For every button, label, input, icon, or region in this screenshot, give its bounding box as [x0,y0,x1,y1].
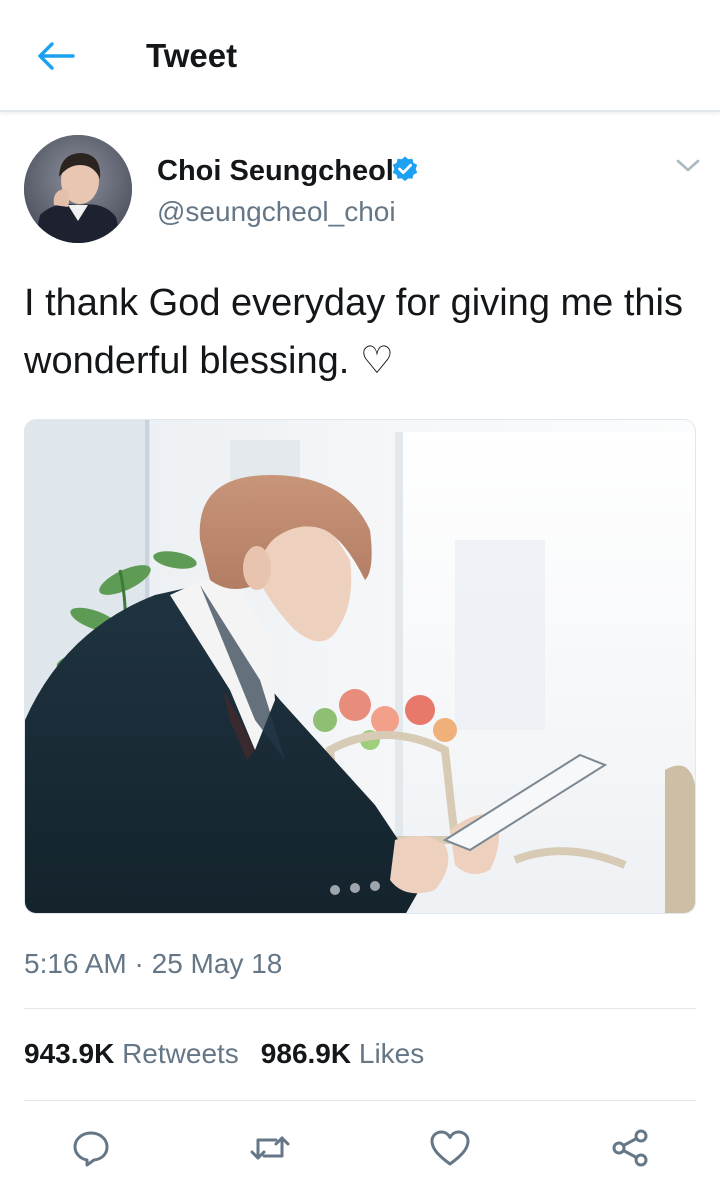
heart-icon [430,1130,470,1166]
like-button[interactable] [428,1126,472,1170]
retweet-icon [250,1136,290,1160]
retweets-label: Retweets [122,1038,239,1069]
likes-stat[interactable]: 986.9K Likes [261,1038,424,1069]
likes-label: Likes [358,1038,425,1069]
back-button[interactable] [30,32,82,80]
tweet-time: 5:16 AM [24,948,127,979]
arrow-left-icon [38,42,75,70]
tweet-text: I thank God everyday for giving me this … [24,282,683,382]
divider [24,1100,696,1101]
author-name[interactable]: Choi Seungcheol [157,153,394,189]
reply-button[interactable] [69,1126,113,1170]
tweet-stats: 943.9K Retweets 986.9K Likes [24,1036,424,1072]
avatar[interactable] [24,135,132,243]
share-button[interactable] [608,1126,652,1170]
avatar-image [24,135,132,243]
timestamp-separator: · [134,948,144,979]
tweet-date: 25 May 18 [151,948,283,979]
verified-badge-icon [392,156,418,182]
retweet-button[interactable] [248,1126,292,1170]
reply-icon [73,1131,109,1167]
chevron-down-icon [676,159,700,172]
tweet-photo[interactable] [24,419,696,914]
more-options-button[interactable] [672,150,704,182]
tweet-timestamp: 5:16 AM · 25 May 18 [24,946,282,982]
tweet-action-bar [0,1118,720,1178]
divider [24,1008,696,1009]
retweets-stat[interactable]: 943.9K Retweets [24,1038,239,1069]
author-handle[interactable]: @seungcheol_choi [157,194,396,230]
share-icon [612,1129,648,1167]
top-app-bar: Tweet [0,0,720,112]
likes-count: 986.9K [260,1038,352,1069]
photo-image [25,420,695,913]
page-title: Tweet [146,37,238,74]
retweets-count: 943.9K [24,1038,115,1069]
